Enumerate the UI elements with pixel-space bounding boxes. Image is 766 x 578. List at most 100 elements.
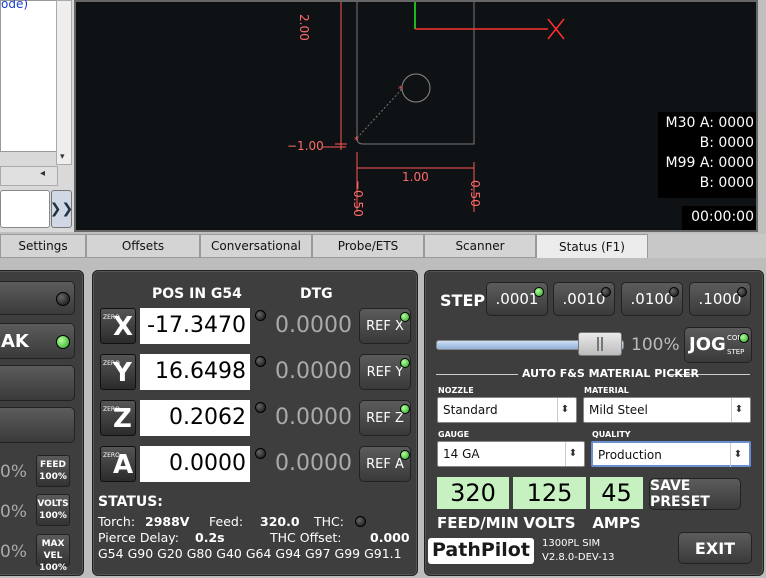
zero-a-label: ZERO	[103, 452, 120, 459]
gauge-label: GAUGE	[438, 430, 470, 439]
nozzle-select[interactable]: Standard ⬍	[437, 397, 577, 423]
tab-probe-ets[interactable]: Probe/ETS	[312, 234, 424, 258]
step-1000-button[interactable]: .1000	[689, 282, 751, 316]
material-label: MATERIAL	[584, 386, 629, 395]
gcode-list-hscrollbar[interactable]: ◂	[0, 166, 58, 186]
pos-header: POS IN G54	[152, 286, 242, 302]
feedhold-button[interactable]: AK	[0, 323, 75, 359]
m99-b: B: 0000	[699, 175, 754, 191]
ref-x-led	[400, 312, 410, 322]
volts-reset-label: VOLTS	[37, 499, 69, 509]
handle-grip	[601, 337, 603, 351]
zero-y-button[interactable]: ZERO Y	[100, 354, 136, 390]
thc-label: THC:	[314, 514, 344, 529]
ref-z-button[interactable]: REF Z	[359, 400, 411, 436]
zero-z-button[interactable]: ZERO Z	[100, 400, 136, 436]
chevron-updown-icon: ⬍	[557, 398, 572, 422]
gcode-list[interactable]: ode)	[0, 0, 58, 152]
jog-mode-led	[739, 333, 749, 343]
reset-button[interactable]	[0, 407, 75, 443]
picker-divider-left	[436, 374, 518, 375]
jog-speed-handle[interactable]	[578, 332, 622, 356]
dim-label-neg050: −0.50	[351, 180, 365, 217]
chevron-updown-icon: ⬍	[565, 442, 580, 466]
tab-settings[interactable]: Settings	[0, 234, 86, 258]
dro-y-field[interactable]: 16.6498	[140, 354, 250, 390]
m-register-panel: M30 A: 0000 B: 0000 M99 A: 0000 B: 0000	[658, 112, 756, 198]
zero-x-button[interactable]: ZERO X	[100, 308, 136, 344]
stop-button[interactable]	[0, 365, 75, 401]
axis-z-letter: Z	[113, 404, 132, 434]
pierce-value: 0.2s	[195, 530, 225, 545]
ref-y-button[interactable]: REF Y	[359, 354, 411, 390]
step-label: STEP:	[440, 291, 492, 310]
dtg-a: 0.0000	[275, 451, 352, 476]
tab-offsets[interactable]: Offsets	[86, 234, 200, 258]
gcode-list-scrollbar[interactable]: ▾	[56, 0, 72, 165]
save-preset-button[interactable]: SAVE PRESET	[649, 478, 741, 510]
dro-x-field[interactable]: -17.3470	[140, 308, 250, 344]
m99-a: M99 A: 0000	[665, 155, 754, 171]
cycle-start-button[interactable]	[0, 281, 75, 315]
torch-value: 2988V	[145, 514, 190, 529]
feed-override-pct: 0%	[0, 462, 27, 482]
cycle-timer: 00:00:00	[691, 209, 754, 225]
step-0001-label: .0001	[495, 290, 539, 308]
ref-a-label: REF A	[366, 456, 404, 472]
thc-offset-value: 0.000	[370, 530, 410, 545]
feed-rate-display: 320	[437, 477, 509, 509]
step-0010-button[interactable]: .0010	[553, 282, 615, 316]
cycle-start-led	[56, 292, 70, 306]
amps-display: 45	[590, 477, 643, 509]
jog-mode-button[interactable]: JOG CONT STEP	[684, 327, 752, 363]
exit-button[interactable]: EXIT	[678, 532, 752, 564]
thc-offset-label: THC Offset:	[270, 530, 342, 545]
ref-a-button[interactable]: REF A	[359, 446, 411, 482]
timer-box: 00:00:00	[682, 206, 756, 230]
tab-status[interactable]: Status (F1)	[536, 234, 648, 258]
dtg-header: DTG	[300, 286, 333, 302]
maxvel-override-reset[interactable]: MAX VEL 100%	[36, 534, 70, 573]
handle-grip	[597, 337, 599, 351]
volts-display: 125	[513, 477, 586, 509]
amps-unit-label: AMPS	[592, 514, 641, 532]
zero-y-label: ZERO	[103, 360, 120, 367]
logo-text: PathPilot	[432, 539, 530, 561]
ref-x-button[interactable]: REF X	[359, 308, 411, 344]
nozzle-label: NOZZLE	[438, 386, 474, 395]
jog-speed-pct: 100%	[631, 335, 680, 355]
toolpath-plot[interactable]: * * 2.00 −1.00 1.00 −0.50 0.50 M30 A: 00…	[74, 0, 758, 232]
dro-z-field[interactable]: 0.2062	[140, 400, 250, 436]
feed-value: 320.0	[260, 514, 300, 529]
gcode-list-text: ode)	[1, 0, 29, 11]
axis-y-letter: Y	[113, 358, 132, 388]
double-chevron-right-icon[interactable]: ❯❯	[50, 190, 73, 228]
svg-text:*: *	[398, 85, 403, 95]
quality-select[interactable]: Production ⬍	[591, 441, 751, 467]
tab-scanner[interactable]: Scanner	[424, 234, 536, 258]
active-gcodes: G54 G90 G20 G80 G40 G64 G94 G97 G99 G91.…	[98, 546, 402, 561]
material-select[interactable]: Mild Steel ⬍	[583, 397, 751, 423]
chevron-updown-icon: ⬍	[730, 443, 745, 467]
zero-x-label: ZERO	[103, 314, 120, 321]
maxvel-reset-value: 100%	[39, 563, 67, 573]
mdi-input[interactable]	[0, 190, 50, 228]
volts-override-reset[interactable]: VOLTS 100%	[36, 494, 70, 526]
zero-a-button[interactable]: ZERO A	[100, 446, 136, 482]
nozzle-value: Standard	[443, 403, 498, 417]
chevron-down-icon[interactable]: ▾	[60, 152, 65, 162]
tab-conversational[interactable]: Conversational	[200, 234, 312, 258]
thc-led	[355, 516, 366, 527]
y-led	[255, 356, 266, 367]
chevron-left-icon[interactable]: ◂	[40, 168, 45, 179]
feed-reset-value: 100%	[39, 472, 67, 482]
step-0100-button[interactable]: .0100	[621, 282, 683, 316]
dro-a-field[interactable]: 0.0000	[140, 446, 250, 482]
step-1000-led	[737, 287, 747, 297]
feed-override-reset[interactable]: FEED 100%	[36, 455, 70, 487]
step-0001-button[interactable]: .0001	[486, 282, 548, 316]
maxvel-override-pct: 0%	[0, 542, 27, 562]
gauge-select[interactable]: 14 GA ⬍	[437, 441, 585, 467]
step-0010-label: .0010	[562, 290, 606, 308]
dim-label-2: 2.00	[297, 14, 311, 41]
